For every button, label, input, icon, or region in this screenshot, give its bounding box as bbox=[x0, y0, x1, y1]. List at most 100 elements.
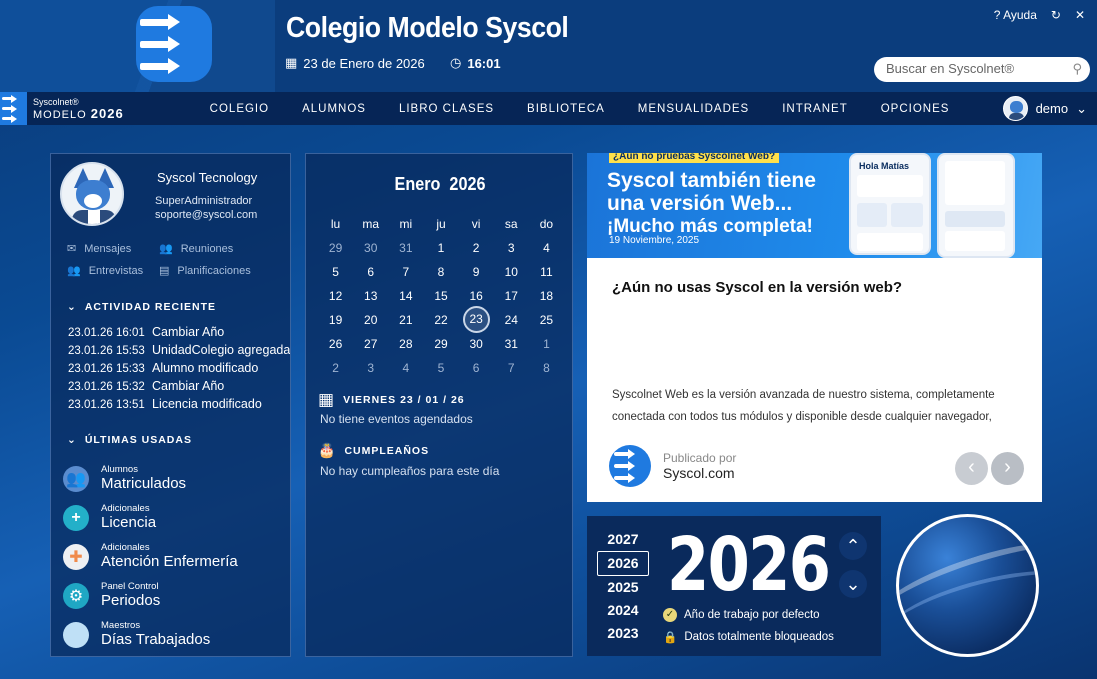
calendar-day-other-month[interactable]: 5 bbox=[423, 356, 458, 380]
list-item[interactable]: 23.01.26 16:01 Cambiar Año bbox=[68, 324, 290, 342]
chevron-down-icon[interactable]: ⌄ bbox=[839, 570, 867, 598]
shortcut-licencia[interactable]: + Adicionales Licencia bbox=[63, 498, 238, 537]
calendar-day-today[interactable]: 23 bbox=[462, 306, 490, 333]
calendar-day[interactable]: 27 bbox=[353, 332, 388, 356]
list-item[interactable]: 23.01.26 15:53 UnidadColegio agregada bbox=[68, 342, 290, 360]
menu-biblioteca[interactable]: BIBLIOTECA bbox=[527, 103, 605, 115]
news-card[interactable]: ¿Aún no pruebas Syscolnet Web? Syscol ta… bbox=[587, 153, 1042, 502]
year-option[interactable]: 2024 bbox=[597, 599, 649, 622]
calendar-day[interactable]: 3 bbox=[494, 236, 529, 260]
activity-text: Alumno modificado bbox=[152, 361, 259, 375]
year-option[interactable]: 2023 bbox=[597, 622, 649, 645]
lock-icon: 🔒 bbox=[663, 632, 678, 644]
year-option[interactable]: 2027 bbox=[597, 528, 649, 551]
shortcut-name: Licencia bbox=[101, 513, 157, 531]
calendar-day-cell[interactable]: 23 bbox=[459, 306, 494, 333]
calendar-year: 2026 bbox=[449, 174, 486, 194]
link-entrevistas[interactable]: 👥 Entrevistas bbox=[67, 264, 159, 278]
calendar-day-other-month[interactable]: 31 bbox=[388, 236, 423, 260]
shortcut-periodos[interactable]: ⚙ Panel Control Periodos bbox=[63, 576, 238, 615]
profile-name: Syscol Tecnology bbox=[157, 170, 258, 185]
help-button[interactable]: ? Ayuda bbox=[994, 8, 1037, 22]
calendar-day[interactable]: 29 bbox=[423, 332, 458, 356]
banner-tag: ¿Aún no pruebas Syscolnet Web? bbox=[609, 153, 780, 163]
calendar-day[interactable]: 6 bbox=[353, 260, 388, 284]
link-planificaciones[interactable]: ▤ Planificaciones bbox=[159, 264, 269, 278]
calendar-day[interactable]: 10 bbox=[494, 260, 529, 284]
birthdays-heading: 🎂 CUMPLEAÑOS bbox=[318, 442, 429, 459]
calendar-day[interactable]: 21 bbox=[388, 308, 423, 332]
user-menu[interactable]: demo ⌄ bbox=[1002, 96, 1087, 121]
list-item[interactable]: 23.01.26 15:33 Alumno modificado bbox=[68, 360, 290, 378]
shortcut-matriculados[interactable]: 👥 Alumnos Matriculados bbox=[63, 459, 238, 498]
link-mensajes[interactable]: ✉ Mensajes bbox=[67, 242, 159, 256]
calendar-day[interactable]: 2 bbox=[459, 236, 494, 260]
list-item[interactable]: 23.01.26 13:51 Licencia modificado bbox=[68, 396, 290, 414]
calendar-day-other-month[interactable]: 3 bbox=[353, 356, 388, 380]
shortcut-dias-trabajados[interactable]: Maestros Días Trabajados bbox=[63, 615, 238, 654]
calendar-day[interactable]: 31 bbox=[494, 332, 529, 356]
calendar-day-other-month[interactable]: 7 bbox=[494, 356, 529, 380]
calendar-day[interactable]: 26 bbox=[318, 332, 353, 356]
calendar-day[interactable]: 12 bbox=[318, 284, 353, 308]
calendar-day[interactable]: 16 bbox=[459, 284, 494, 308]
calendar-day[interactable]: 22 bbox=[423, 308, 458, 332]
menu-alumnos[interactable]: ALUMNOS bbox=[302, 103, 366, 115]
calendar-day[interactable]: 18 bbox=[529, 284, 564, 308]
meeting-icon: 👥 bbox=[159, 243, 173, 255]
calendar-day[interactable]: 8 bbox=[423, 260, 458, 284]
calendar-day[interactable]: 5 bbox=[318, 260, 353, 284]
menu-libro-clases[interactable]: LIBRO CLASES bbox=[399, 103, 494, 115]
link-reuniones[interactable]: 👥 Reuniones bbox=[159, 242, 269, 256]
chevron-up-icon[interactable]: ⌃ bbox=[839, 532, 867, 560]
calendar-day-other-month[interactable]: 29 bbox=[318, 236, 353, 260]
calendar-day[interactable]: 1 bbox=[423, 236, 458, 260]
weekday-header: lu bbox=[330, 217, 341, 231]
year-option-selected[interactable]: 2026 bbox=[597, 551, 649, 576]
calendar-day[interactable]: 24 bbox=[494, 308, 529, 332]
calendar-day-other-month[interactable]: 2 bbox=[318, 356, 353, 380]
calendar-day[interactable]: 19 bbox=[318, 308, 353, 332]
calendar-day[interactable]: 4 bbox=[529, 236, 564, 260]
close-icon[interactable]: ✕ bbox=[1075, 8, 1085, 22]
menu-colegio[interactable]: COLEGIO bbox=[210, 103, 269, 115]
locked-data-note: 🔒 Datos totalmente bloqueados bbox=[663, 630, 834, 644]
calendar-day[interactable]: 15 bbox=[423, 284, 458, 308]
refresh-icon[interactable]: ↻ bbox=[1051, 8, 1061, 22]
menu-mensualidades[interactable]: MENSUALIDADES bbox=[638, 103, 749, 115]
help-label: Ayuda bbox=[1003, 8, 1037, 22]
activity-date: 23.01.26 13:51 bbox=[68, 399, 145, 411]
calendar-day[interactable]: 28 bbox=[388, 332, 423, 356]
calendar-day[interactable]: 7 bbox=[388, 260, 423, 284]
calendar-day[interactable]: 30 bbox=[459, 332, 494, 356]
calendar-day-other-month[interactable]: 8 bbox=[529, 356, 564, 380]
search-icon[interactable]: ⚲ bbox=[1072, 61, 1082, 77]
shortcut-category: Adicionales bbox=[101, 502, 150, 514]
search-input[interactable]: Buscar en Syscolnet® ⚲ bbox=[874, 57, 1090, 82]
chevron-left-icon[interactable]: ‹ bbox=[955, 452, 988, 485]
calendar-day[interactable]: 13 bbox=[353, 284, 388, 308]
link-entrevistas-label: Entrevistas bbox=[88, 264, 144, 277]
shortcut-enfermeria[interactable]: ✚ Adicionales Atención Enfermería bbox=[63, 537, 238, 576]
calendar-day[interactable]: 20 bbox=[353, 308, 388, 332]
list-item[interactable]: 23.01.26 15:32 Cambiar Año bbox=[68, 378, 290, 396]
calendar-day-other-month[interactable]: 4 bbox=[388, 356, 423, 380]
calendar-day[interactable]: 14 bbox=[388, 284, 423, 308]
publisher-name: Syscol.com bbox=[663, 465, 735, 481]
news-banner[interactable]: ¿Aún no pruebas Syscolnet Web? Syscol ta… bbox=[587, 153, 1042, 258]
phone-greeting: Hola Matías bbox=[859, 161, 910, 171]
calendar-day[interactable]: 17 bbox=[494, 284, 529, 308]
calendar-day[interactable]: 11 bbox=[529, 260, 564, 284]
menu-opciones[interactable]: OPCIONES bbox=[881, 103, 950, 115]
calendar-day-other-month[interactable]: 6 bbox=[459, 356, 494, 380]
calendar-day[interactable]: 25 bbox=[529, 308, 564, 332]
last-used-heading: ⌄ ÚLTIMAS USADAS bbox=[67, 434, 192, 446]
banner-date: 19 Noviembre, 2025 bbox=[609, 235, 700, 246]
publisher-logo-icon bbox=[609, 445, 651, 487]
chevron-right-icon[interactable]: › bbox=[991, 452, 1024, 485]
menu-intranet[interactable]: INTRANET bbox=[782, 103, 848, 115]
calendar-day-other-month[interactable]: 30 bbox=[353, 236, 388, 260]
calendar-day[interactable]: 9 bbox=[459, 260, 494, 284]
year-option[interactable]: 2025 bbox=[597, 576, 649, 599]
calendar-day-other-month[interactable]: 1 bbox=[529, 332, 564, 356]
